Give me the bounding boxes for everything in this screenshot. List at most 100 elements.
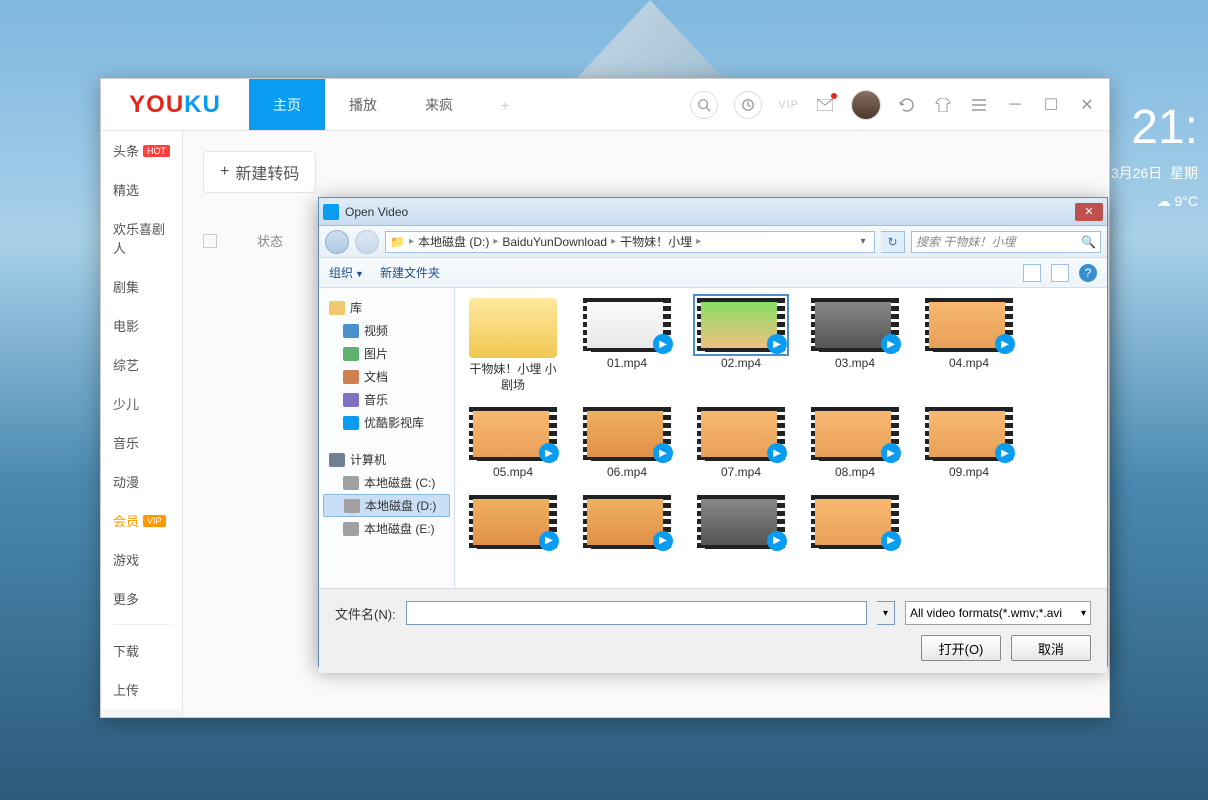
sidebar-item-featured[interactable]: 精选 bbox=[101, 170, 182, 209]
help-icon[interactable]: ? bbox=[1079, 264, 1097, 282]
view-mode-button[interactable] bbox=[1023, 264, 1041, 282]
sidebar-item-movie[interactable]: 电影 bbox=[101, 306, 182, 345]
dialog-titlebar[interactable]: Open Video ✕ bbox=[319, 198, 1107, 226]
organize-menu[interactable]: 组织▼ bbox=[329, 264, 364, 281]
sidebar-item-variety[interactable]: 综艺 bbox=[101, 345, 182, 384]
play-badge-icon: ▶ bbox=[995, 443, 1015, 463]
play-badge-icon: ▶ bbox=[653, 531, 673, 551]
refresh-icon[interactable] bbox=[897, 95, 917, 115]
dialog-close-button[interactable]: ✕ bbox=[1075, 203, 1103, 221]
sidebar-item-download[interactable]: 下载 bbox=[101, 631, 182, 670]
play-badge-icon: ▶ bbox=[653, 443, 673, 463]
sidebar-item-more[interactable]: 更多 bbox=[101, 579, 182, 618]
file-item[interactable]: ▶07.mp4 bbox=[693, 407, 789, 481]
play-badge-icon: ▶ bbox=[881, 443, 901, 463]
play-badge-icon: ▶ bbox=[767, 531, 787, 551]
new-transcode-button[interactable]: +新建转码 bbox=[203, 151, 316, 193]
tree-youku-library[interactable]: 优酷影视库 bbox=[323, 411, 450, 434]
dialog-search-input[interactable]: 搜索 干物妹！小埋🔍 bbox=[911, 231, 1101, 253]
file-item[interactable]: ▶03.mp4 bbox=[807, 298, 903, 393]
open-video-dialog: Open Video ✕ 📁 ▸ 本地磁盘 (D:) ▸ BaiduYunDow… bbox=[318, 197, 1108, 667]
sidebar-item-upload[interactable]: 上传 bbox=[101, 670, 182, 709]
tree-computer[interactable]: 计算机 bbox=[323, 448, 450, 471]
tree-document[interactable]: 文档 bbox=[323, 365, 450, 388]
maximize-button[interactable]: ☐ bbox=[1041, 95, 1061, 115]
play-badge-icon: ▶ bbox=[539, 531, 559, 551]
tree-disk-e[interactable]: 本地磁盘 (E:) bbox=[323, 517, 450, 540]
mail-icon[interactable] bbox=[815, 95, 835, 115]
play-badge-icon: ▶ bbox=[881, 531, 901, 551]
tree-music[interactable]: 音乐 bbox=[323, 388, 450, 411]
tab-play[interactable]: 播放 bbox=[325, 79, 401, 130]
file-item[interactable]: ▶ bbox=[465, 495, 561, 553]
tree-library[interactable]: 库 bbox=[323, 296, 450, 319]
folder-icon: 📁 bbox=[390, 235, 405, 249]
dialog-toolbar: 组织▼ 新建文件夹 ? bbox=[319, 258, 1107, 288]
filename-dropdown[interactable]: ▾ bbox=[877, 601, 895, 625]
file-item[interactable]: ▶01.mp4 bbox=[579, 298, 675, 393]
youku-sidebar: 头条HOT 精选 欢乐喜剧人 剧集 电影 综艺 少儿 音乐 动漫 会员VIP 游… bbox=[101, 131, 183, 717]
sidebar-item-game[interactable]: 游戏 bbox=[101, 540, 182, 579]
nav-forward-button[interactable] bbox=[355, 230, 379, 254]
sidebar-item-transcode[interactable]: 转码 bbox=[101, 709, 182, 717]
breadcrumb-item[interactable]: 干物妹！小埋 bbox=[620, 233, 692, 250]
dialog-app-icon bbox=[323, 204, 339, 220]
plus-icon: + bbox=[220, 163, 229, 181]
breadcrumb-dropdown[interactable]: ▾ bbox=[856, 236, 870, 247]
breadcrumb-item[interactable]: 本地磁盘 (D:) bbox=[418, 233, 489, 250]
dialog-footer: 文件名(N): ▾ All video formats(*.wmv;*.avi▾… bbox=[319, 588, 1107, 673]
close-button[interactable]: ✕ bbox=[1077, 95, 1097, 115]
new-folder-button[interactable]: 新建文件夹 bbox=[380, 264, 440, 281]
sidebar-item-anime[interactable]: 动漫 bbox=[101, 462, 182, 501]
search-icon: 🔍 bbox=[1081, 235, 1096, 249]
sidebar-item-drama[interactable]: 剧集 bbox=[101, 267, 182, 306]
tab-add[interactable]: + bbox=[477, 79, 533, 130]
select-all-checkbox[interactable] bbox=[203, 234, 217, 248]
breadcrumb-item[interactable]: BaiduYunDownload bbox=[502, 235, 607, 249]
menu-icon[interactable] bbox=[969, 95, 989, 115]
file-item[interactable]: ▶06.mp4 bbox=[579, 407, 675, 481]
sidebar-item-music[interactable]: 音乐 bbox=[101, 423, 182, 462]
desktop-clock-widget: 21: 3月26日 星期 ☁ 9°C bbox=[1111, 100, 1198, 210]
weather-temp: ☁ 9°C bbox=[1111, 193, 1198, 210]
tree-video[interactable]: 视频 bbox=[323, 319, 450, 342]
sidebar-item-kids[interactable]: 少儿 bbox=[101, 384, 182, 423]
dialog-folder-tree: 库 视频 图片 文档 音乐 优酷影视库 计算机 本地磁盘 (C:) 本地磁盘 (… bbox=[319, 288, 455, 588]
vip-label[interactable]: VIP bbox=[778, 99, 799, 111]
tree-disk-d[interactable]: 本地磁盘 (D:) bbox=[323, 494, 450, 517]
preview-pane-button[interactable] bbox=[1051, 264, 1069, 282]
file-item-selected[interactable]: ▶02.mp4 bbox=[693, 298, 789, 393]
file-item[interactable]: ▶ bbox=[807, 495, 903, 553]
search-button[interactable] bbox=[690, 91, 718, 119]
file-item[interactable]: ▶ bbox=[693, 495, 789, 553]
open-button[interactable]: 打开(O) bbox=[921, 635, 1001, 661]
tab-home[interactable]: 主页 bbox=[249, 79, 325, 130]
sidebar-item-headlines[interactable]: 头条HOT bbox=[101, 131, 182, 170]
file-item[interactable]: ▶08.mp4 bbox=[807, 407, 903, 481]
sidebar-item-member[interactable]: 会员VIP bbox=[101, 501, 182, 540]
minimize-button[interactable]: ─ bbox=[1005, 95, 1025, 115]
cancel-button[interactable]: 取消 bbox=[1011, 635, 1091, 661]
file-item[interactable]: ▶05.mp4 bbox=[465, 407, 561, 481]
shirt-icon[interactable] bbox=[933, 95, 953, 115]
file-item[interactable]: ▶09.mp4 bbox=[921, 407, 1017, 481]
play-badge-icon: ▶ bbox=[767, 443, 787, 463]
nav-back-button[interactable] bbox=[325, 230, 349, 254]
user-avatar[interactable] bbox=[851, 90, 881, 120]
youku-logo[interactable]: YOUKU bbox=[101, 91, 249, 119]
dialog-title-text: Open Video bbox=[345, 205, 1075, 219]
folder-item[interactable]: 干物妹！小埋 小剧场 bbox=[465, 298, 561, 393]
file-item[interactable]: ▶ bbox=[579, 495, 675, 553]
file-item[interactable]: ▶04.mp4 bbox=[921, 298, 1017, 393]
nav-refresh-button[interactable]: ↻ bbox=[881, 231, 905, 253]
tree-image[interactable]: 图片 bbox=[323, 342, 450, 365]
tab-laifeng[interactable]: 来疯 bbox=[401, 79, 477, 130]
filename-input[interactable] bbox=[406, 601, 867, 625]
tree-disk-c[interactable]: 本地磁盘 (C:) bbox=[323, 471, 450, 494]
status-column-header: 状态 bbox=[257, 231, 283, 250]
sidebar-item-comedy[interactable]: 欢乐喜剧人 bbox=[101, 209, 182, 267]
file-type-filter[interactable]: All video formats(*.wmv;*.avi▾ bbox=[905, 601, 1091, 625]
clock-time: 21: bbox=[1111, 100, 1198, 155]
history-button[interactable] bbox=[734, 91, 762, 119]
breadcrumb-path[interactable]: 📁 ▸ 本地磁盘 (D:) ▸ BaiduYunDownload ▸ 干物妹！小… bbox=[385, 231, 875, 253]
